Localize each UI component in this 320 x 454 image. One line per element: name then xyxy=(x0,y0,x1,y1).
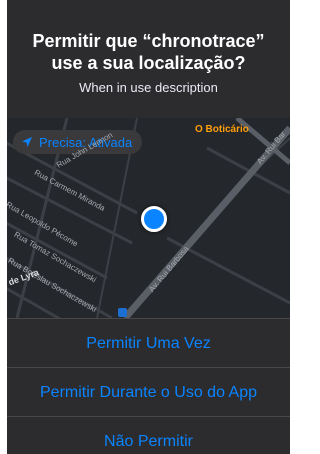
current-location-dot xyxy=(141,206,167,232)
transit-stop-icon xyxy=(118,308,127,317)
location-permission-dialog: Permitir que “chronotrace” use a sua loc… xyxy=(7,0,290,454)
map-poi-label: O Boticário xyxy=(195,124,249,135)
location-map-preview: Precisa: Ativada O Boticário Rua John Le… xyxy=(7,118,290,318)
dialog-subtitle: When in use description xyxy=(79,80,218,95)
allow-while-using-button[interactable]: Permitir Durante o Uso do App xyxy=(7,367,290,416)
location-arrow-icon xyxy=(22,137,32,147)
allow-once-button[interactable]: Permitir Uma Vez xyxy=(7,318,290,367)
dialog-header: Permitir que “chronotrace” use a sua loc… xyxy=(7,0,290,118)
dialog-title: Permitir que “chronotrace” use a sua loc… xyxy=(32,31,265,73)
dont-allow-button[interactable]: Não Permitir xyxy=(7,416,290,454)
